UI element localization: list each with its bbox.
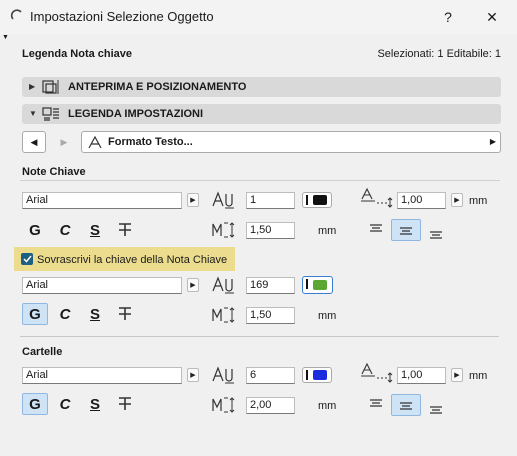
align-bottom-icon: [430, 231, 442, 239]
note-font-arrow[interactable]: ▶: [187, 193, 199, 207]
cartelle-pen-color-button[interactable]: [302, 367, 332, 383]
panel-selector[interactable]: Formato Testo... ▶: [81, 131, 501, 153]
cartelle-line-spacing-unit: mm: [318, 400, 337, 412]
override-font-arrow[interactable]: ▶: [187, 278, 199, 292]
panel-selector-arrow-icon: ▶: [489, 137, 496, 146]
collapse-icon: ▼: [29, 109, 37, 118]
strikethrough-icon: [119, 307, 131, 320]
override-bold-button[interactable]: G: [22, 303, 48, 325]
section-preview-label: ANTEPRIMA E POSIZIONAMENTO: [68, 81, 247, 93]
note-italic-button[interactable]: C: [52, 219, 78, 241]
cartelle-pen-color-swatch: [313, 370, 327, 380]
cartelle-strike-button[interactable]: [112, 393, 138, 415]
close-button[interactable]: ✕: [474, 4, 510, 30]
override-font-field[interactable]: Arial: [22, 277, 182, 294]
align-center-icon: [400, 402, 412, 410]
note-width-unit: mm: [469, 195, 488, 207]
font-size-icon: [212, 276, 234, 294]
divider: [20, 180, 500, 181]
divider: [20, 336, 499, 337]
width-factor-icon: [361, 363, 393, 383]
legend-settings-icon: [42, 107, 59, 121]
align-bottom-icon: [430, 406, 442, 414]
override-checkbox[interactable]: [21, 253, 33, 265]
align-center-icon: [400, 227, 412, 235]
override-strike-button[interactable]: [112, 303, 138, 325]
override-label[interactable]: Sovrascrivi la chiave della Nota Chiave: [37, 254, 227, 266]
note-width-field[interactable]: 1,00: [397, 192, 446, 209]
override-size-field[interactable]: 169: [246, 277, 295, 294]
cartelle-width-arrow[interactable]: ▶: [451, 368, 463, 382]
prev-panel-button[interactable]: ◀: [22, 131, 46, 153]
font-size-icon: [212, 366, 234, 384]
text-format-icon: [88, 136, 102, 149]
override-pen-color-swatch: [313, 280, 327, 290]
section-legend[interactable]: ▼ LEGENDA IMPOSTAZIONI: [22, 104, 501, 124]
collapse-arrow-icon[interactable]: ▼: [2, 34, 9, 41]
expand-icon: ▶: [29, 82, 36, 91]
strikethrough-icon: [119, 223, 131, 236]
window-title: Impostazioni Selezione Oggetto: [30, 9, 214, 24]
selection-info: Selezionati: 1 Editabile: 1: [377, 48, 501, 60]
note-strike-button[interactable]: [112, 219, 138, 241]
override-line-spacing-field[interactable]: 1,50: [246, 307, 295, 324]
override-line-spacing-unit: mm: [318, 310, 337, 322]
note-bold-button[interactable]: G: [22, 219, 48, 241]
cartelle-font-arrow[interactable]: ▶: [187, 368, 199, 382]
next-panel-button[interactable]: ▶: [52, 131, 76, 153]
cartelle-align-left-button[interactable]: [363, 393, 389, 415]
align-top-icon: [370, 399, 382, 407]
note-pen-color-button[interactable]: [302, 192, 332, 208]
note-width-arrow[interactable]: ▶: [451, 193, 463, 207]
cartelle-width-field[interactable]: 1,00: [397, 367, 446, 384]
section-preview[interactable]: ▶ ANTEPRIMA E POSIZIONAMENTO: [22, 77, 501, 97]
cartelle-title: Cartelle: [22, 346, 63, 358]
section-legend-label: LEGENDA IMPOSTAZIONI: [68, 108, 204, 120]
note-pen-color-swatch: [313, 195, 327, 205]
font-size-icon: [212, 191, 234, 209]
note-underline-button[interactable]: S: [82, 219, 108, 241]
note-line-spacing-unit: mm: [318, 225, 337, 237]
override-underline-button[interactable]: S: [82, 303, 108, 325]
note-line-spacing-field[interactable]: 1,50: [246, 222, 295, 239]
cartelle-bold-button[interactable]: G: [22, 393, 48, 415]
width-factor-icon: [361, 188, 393, 208]
cartelle-underline-button[interactable]: S: [82, 393, 108, 415]
panel-selector-label: Formato Testo...: [108, 136, 193, 148]
element-name: Legenda Nota chiave: [22, 48, 133, 60]
checkmark-icon: [22, 255, 32, 263]
cartelle-width-unit: mm: [469, 370, 488, 382]
cartelle-line-spacing-field[interactable]: 2,00: [246, 397, 295, 414]
line-spacing-icon: [212, 397, 235, 413]
line-spacing-icon: [212, 222, 235, 238]
override-italic-button[interactable]: C: [52, 303, 78, 325]
app-icon: [10, 9, 22, 20]
cartelle-font-field[interactable]: Arial: [22, 367, 182, 384]
override-pen-color-button[interactable]: [302, 276, 333, 294]
note-align-right-button[interactable]: [423, 222, 449, 244]
preview-position-icon: [42, 80, 59, 94]
align-top-icon: [370, 224, 382, 232]
cartelle-align-center-button[interactable]: [391, 394, 421, 416]
strikethrough-icon: [119, 397, 131, 410]
cartelle-italic-button[interactable]: C: [52, 393, 78, 415]
note-font-field[interactable]: Arial: [22, 192, 182, 209]
note-chiave-title: Note Chiave: [22, 166, 86, 178]
note-align-left-button[interactable]: [363, 218, 389, 240]
note-size-field[interactable]: 1: [246, 192, 295, 209]
help-button[interactable]: ?: [430, 4, 466, 30]
cartelle-align-right-button[interactable]: [423, 397, 449, 419]
note-align-center-button[interactable]: [391, 219, 421, 241]
cartelle-size-field[interactable]: 6: [246, 367, 295, 384]
line-spacing-icon: [212, 307, 235, 323]
